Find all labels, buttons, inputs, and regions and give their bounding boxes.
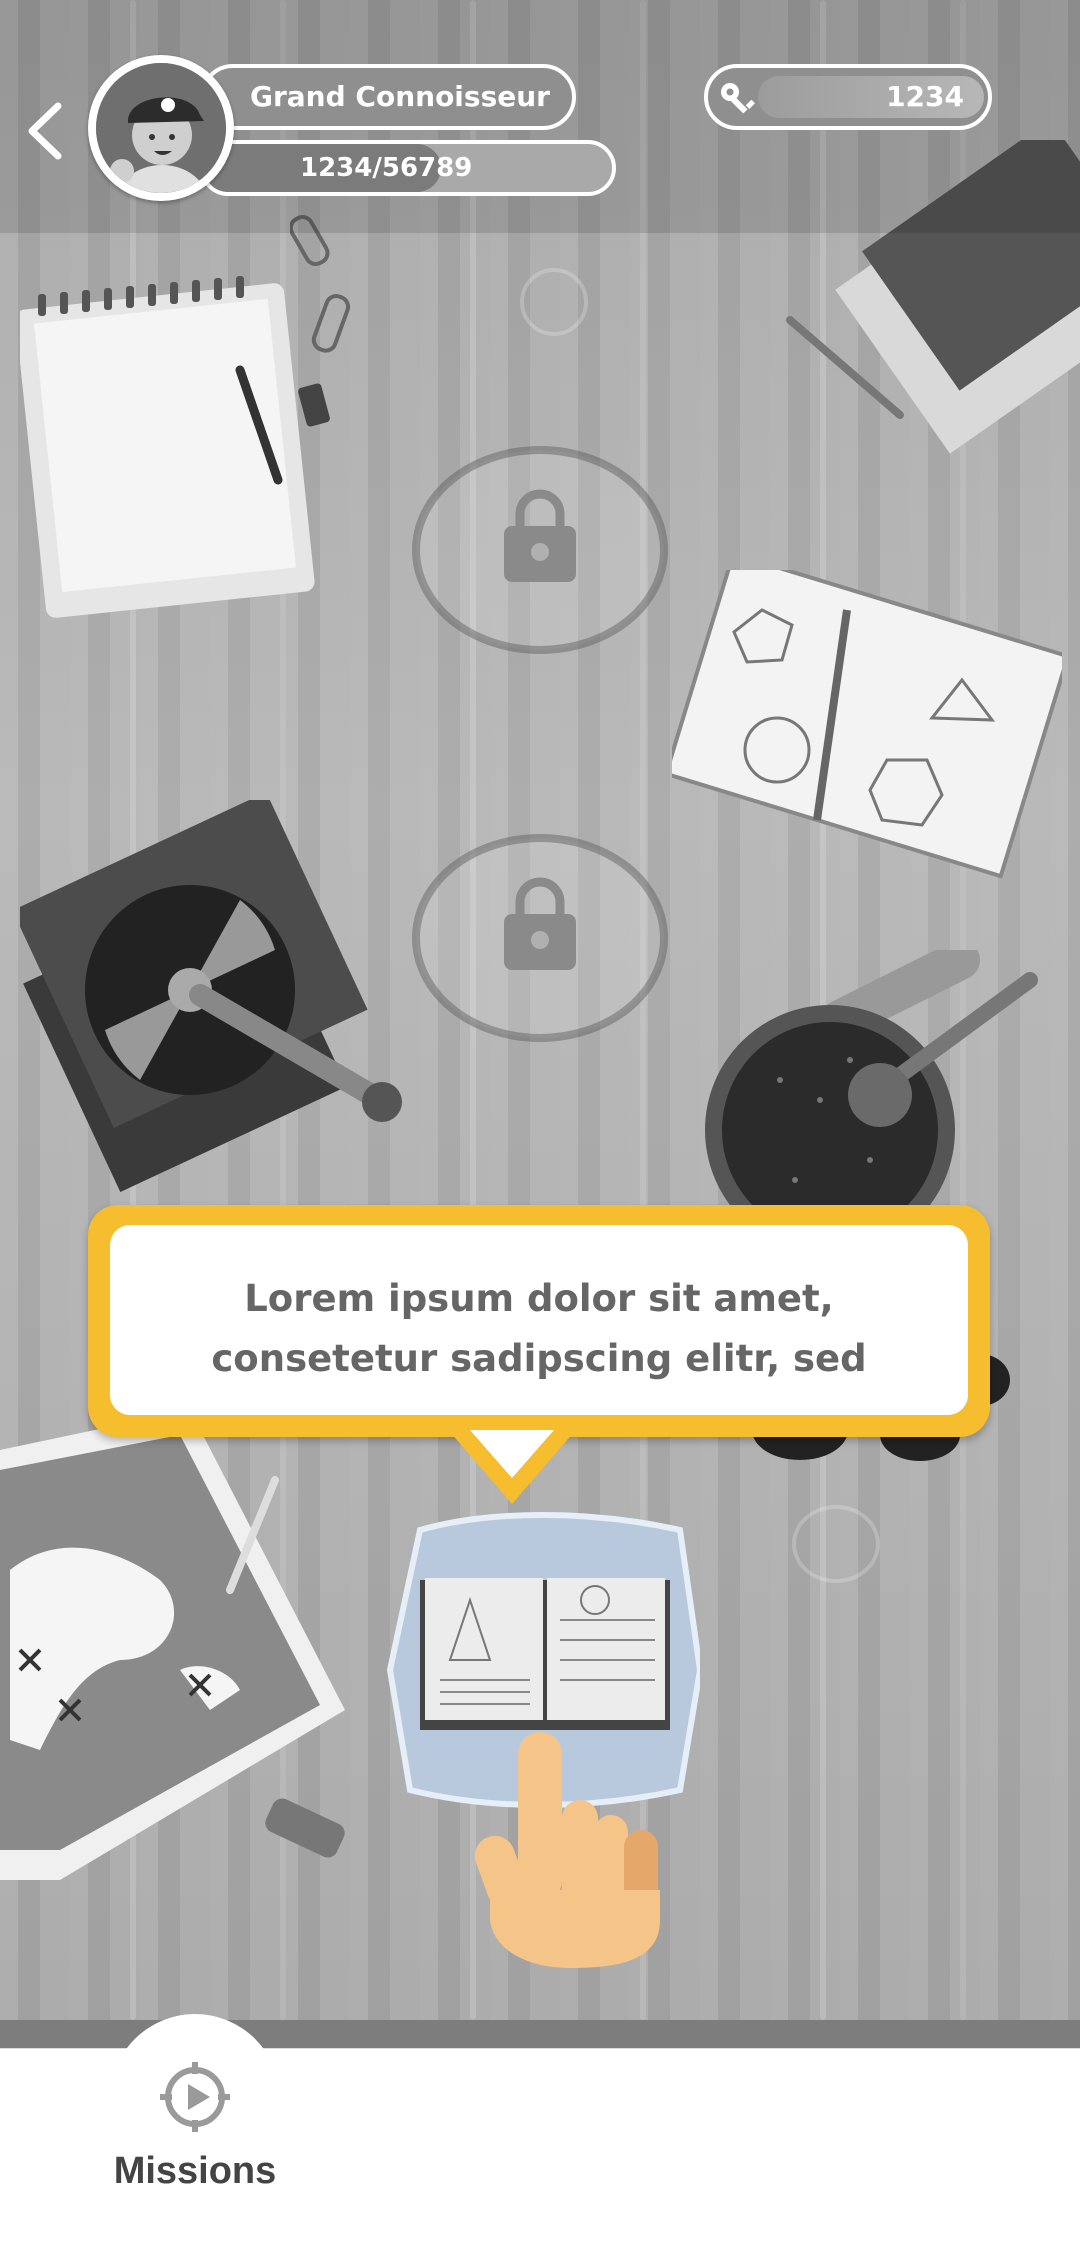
eraser (265, 1798, 345, 1858)
avatar[interactable] (88, 55, 234, 201)
missions-compass-icon (160, 2062, 230, 2132)
rank-title-pill: Grand Connoisseur (200, 64, 576, 130)
record-player (20, 800, 402, 1193)
wood-knot (792, 1505, 880, 1583)
pointing-hand (474, 1732, 660, 1968)
xp-text: 1234/56789 (300, 153, 473, 183)
rank-title: Grand Connoisseur (250, 80, 550, 113)
keys-counter: 1234 (704, 64, 992, 130)
tutorial-tooltip: Lorem ipsum dolor sit amet, consetetur s… (88, 1205, 990, 1437)
tab-missions[interactable]: Missions (110, 2014, 280, 2244)
tab-missions-label: Missions (113, 2150, 277, 2192)
keys-count: 1234 (886, 80, 964, 113)
notepad (20, 276, 315, 618)
locked-item[interactable] (410, 828, 670, 1048)
key-icon (721, 83, 755, 114)
spiral-notebook (672, 570, 1062, 879)
tooltip-body: Lorem ipsum dolor sit amet, consetetur s… (110, 1225, 968, 1415)
locked-item[interactable] (410, 440, 670, 660)
back-arrow-icon[interactable] (18, 96, 78, 166)
tooltip-line-1: Lorem ipsum dolor sit amet, (244, 1277, 834, 1320)
avatar-icon (96, 63, 226, 193)
tooltip-line-2: consetetur sadipscing elitr, sed (211, 1337, 867, 1380)
wood-knot (520, 268, 588, 336)
game-board (0, 0, 1080, 2020)
paperclips (290, 215, 351, 427)
tooltip-text: Lorem ipsum dolor sit amet, consetetur s… (110, 1269, 968, 1389)
xp-progress-bar: 1234/56789 (200, 140, 616, 196)
tooltip-tail-inner (470, 1430, 554, 1478)
